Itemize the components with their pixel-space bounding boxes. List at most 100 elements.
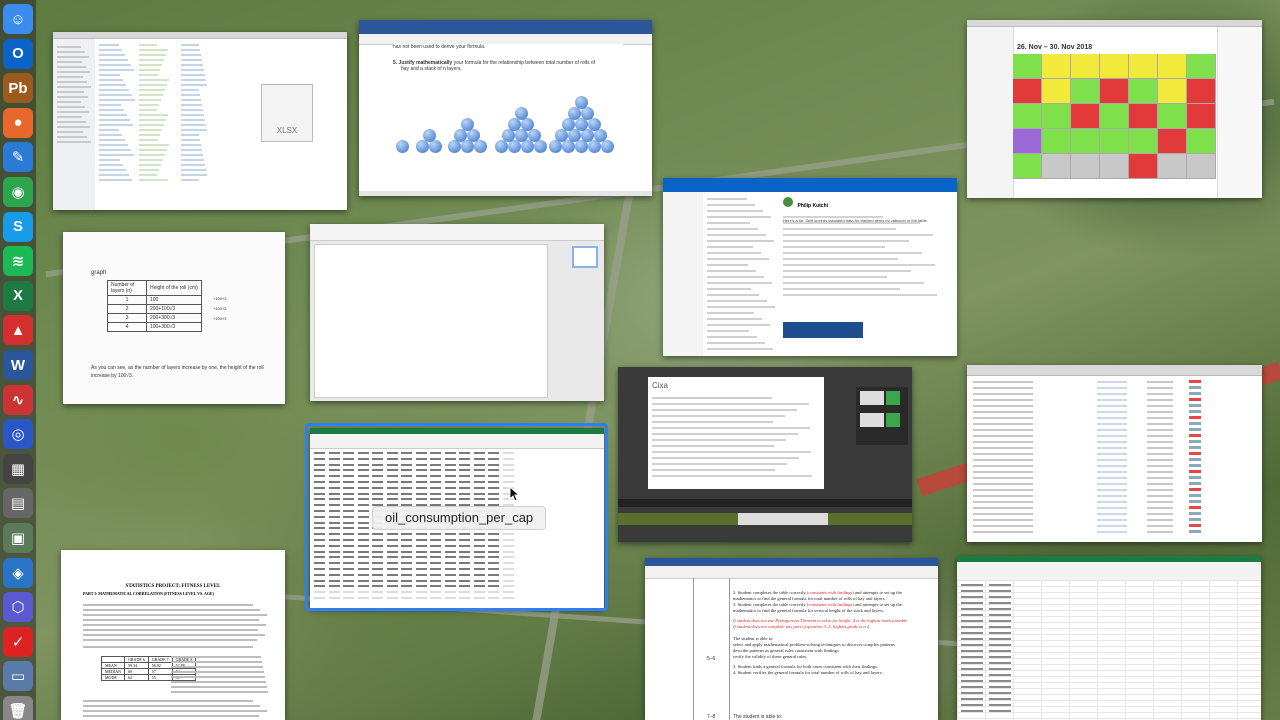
calendar-event[interactable] — [1042, 54, 1071, 79]
trash-icon[interactable]: 🗑 — [3, 696, 33, 720]
calendar-event[interactable] — [1071, 154, 1100, 179]
cell-value[interactable] — [989, 686, 1011, 688]
cell-value[interactable] — [989, 662, 1011, 664]
calendar-event[interactable] — [1158, 154, 1187, 179]
maps-icon[interactable]: ◈ — [3, 557, 33, 588]
cell-value[interactable] — [961, 614, 983, 616]
cell-value[interactable] — [989, 590, 1011, 592]
row-icon[interactable] — [1189, 458, 1201, 461]
excel-data-window[interactable] — [957, 556, 1261, 720]
cell-value[interactable] — [989, 626, 1011, 628]
geogebra-icon[interactable]: ⬡ — [3, 592, 33, 623]
row-icon[interactable] — [1189, 404, 1201, 407]
row-icon[interactable] — [1189, 494, 1201, 497]
row-icon[interactable] — [1189, 422, 1201, 425]
cell-value[interactable] — [989, 602, 1011, 604]
calendar-event[interactable] — [1100, 154, 1129, 179]
row-icon[interactable] — [1189, 482, 1201, 485]
cell-value[interactable] — [989, 584, 1011, 586]
excel-icon[interactable]: X — [3, 280, 33, 311]
clip-thumbnail[interactable] — [886, 391, 900, 405]
acrobat-icon[interactable]: ▲ — [3, 315, 33, 346]
row-icon[interactable] — [1189, 416, 1201, 419]
finder-window[interactable]: XLSX — [53, 32, 347, 210]
calendar-event[interactable] — [1129, 104, 1158, 129]
word-icon[interactable]: W — [3, 350, 33, 380]
transport-bar[interactable] — [618, 499, 912, 507]
calendar-event[interactable] — [1013, 104, 1042, 129]
video-editor-window[interactable]: Cixa — [618, 367, 912, 542]
rubric-document-window[interactable]: 2. Student completes the table correctly… — [645, 558, 938, 720]
calendar-event[interactable] — [1013, 154, 1042, 179]
calendar-event[interactable] — [1187, 154, 1216, 179]
calculator-icon[interactable]: ▤ — [3, 488, 33, 519]
cell-value[interactable] — [961, 686, 983, 688]
cell-value[interactable] — [961, 674, 983, 676]
calendar-event[interactable] — [1013, 79, 1042, 104]
calendar-event[interactable] — [1042, 79, 1071, 104]
grapher-icon[interactable]: ∿ — [3, 384, 33, 415]
calendar-event[interactable] — [1042, 104, 1071, 129]
row-icon[interactable] — [1189, 392, 1201, 395]
calendar-event[interactable] — [1013, 129, 1042, 154]
cell-value[interactable] — [989, 710, 1011, 712]
cell-value[interactable] — [989, 644, 1011, 646]
cell-value[interactable] — [961, 596, 983, 598]
row-icon[interactable] — [1189, 410, 1201, 413]
row-icon[interactable] — [1189, 530, 1201, 533]
calendar-event[interactable] — [1187, 104, 1216, 129]
cell-value[interactable] — [961, 590, 983, 592]
calendar-event[interactable] — [1071, 79, 1100, 104]
screen-recorder-icon[interactable]: ◎ — [3, 419, 33, 450]
skype-icon[interactable]: S — [3, 211, 33, 242]
row-icon[interactable] — [1189, 470, 1201, 473]
row-icon[interactable] — [1189, 386, 1201, 389]
row-icon[interactable] — [1189, 446, 1201, 449]
row-icon[interactable] — [1189, 512, 1201, 515]
app-store-icon[interactable]: ▦ — [3, 453, 33, 484]
cell-value[interactable] — [989, 638, 1011, 640]
calendar-event[interactable] — [1187, 54, 1216, 79]
cell-value[interactable] — [961, 620, 983, 622]
calendar-event[interactable] — [1129, 79, 1158, 104]
cell-value[interactable] — [961, 704, 983, 706]
calendar-event[interactable] — [1158, 129, 1187, 154]
cell-value[interactable] — [961, 662, 983, 664]
cell-value[interactable] — [961, 584, 983, 586]
cell-value[interactable] — [961, 656, 983, 658]
cell-value[interactable] — [961, 668, 983, 670]
calendar-event[interactable] — [1100, 104, 1129, 129]
tick-app-icon[interactable]: ✓ — [3, 626, 33, 657]
cell-value[interactable] — [989, 656, 1011, 658]
calendar-event[interactable] — [1071, 129, 1100, 154]
clip-thumbnail[interactable] — [860, 391, 884, 405]
cell-value[interactable] — [989, 704, 1011, 706]
xlsx-file-icon[interactable]: XLSX — [261, 84, 313, 142]
firefox-icon[interactable]: ● — [3, 107, 33, 138]
finder-icon[interactable]: ☺ — [3, 4, 33, 34]
spreadsheet-list-window[interactable] — [967, 365, 1262, 542]
cell-value[interactable] — [961, 632, 983, 634]
row-icon[interactable] — [1189, 506, 1201, 509]
calendar-event[interactable] — [1129, 129, 1158, 154]
handwritten-notes-window[interactable]: graph Number of layers (n) Height of the… — [63, 232, 285, 404]
spotify-icon[interactable]: ≋ — [3, 246, 33, 277]
row-icon[interactable] — [1189, 434, 1201, 437]
cell-value[interactable] — [989, 608, 1011, 610]
notes-icon[interactable]: ✎ — [3, 142, 33, 173]
row-icon[interactable] — [1189, 488, 1201, 491]
cell-value[interactable] — [989, 614, 1011, 616]
calendar-event[interactable] — [1042, 129, 1071, 154]
cell-value[interactable] — [989, 668, 1011, 670]
calendar-window[interactable]: 26. Nov – 30. Nov 2018 — [967, 20, 1262, 198]
cell-value[interactable] — [961, 650, 983, 652]
row-icon[interactable] — [1189, 440, 1201, 443]
image-capture-icon[interactable]: ▭ — [3, 661, 33, 692]
stats-paper-window[interactable]: STATISTICS PROJECT: FITNESS LEVEL PART I… — [61, 550, 285, 720]
row-icon[interactable] — [1189, 452, 1201, 455]
blank-document-window[interactable] — [310, 224, 604, 401]
row-icon[interactable] — [1189, 476, 1201, 479]
calendar-event[interactable] — [1042, 154, 1071, 179]
row-icon[interactable] — [1189, 398, 1201, 401]
cell-value[interactable] — [989, 620, 1011, 622]
